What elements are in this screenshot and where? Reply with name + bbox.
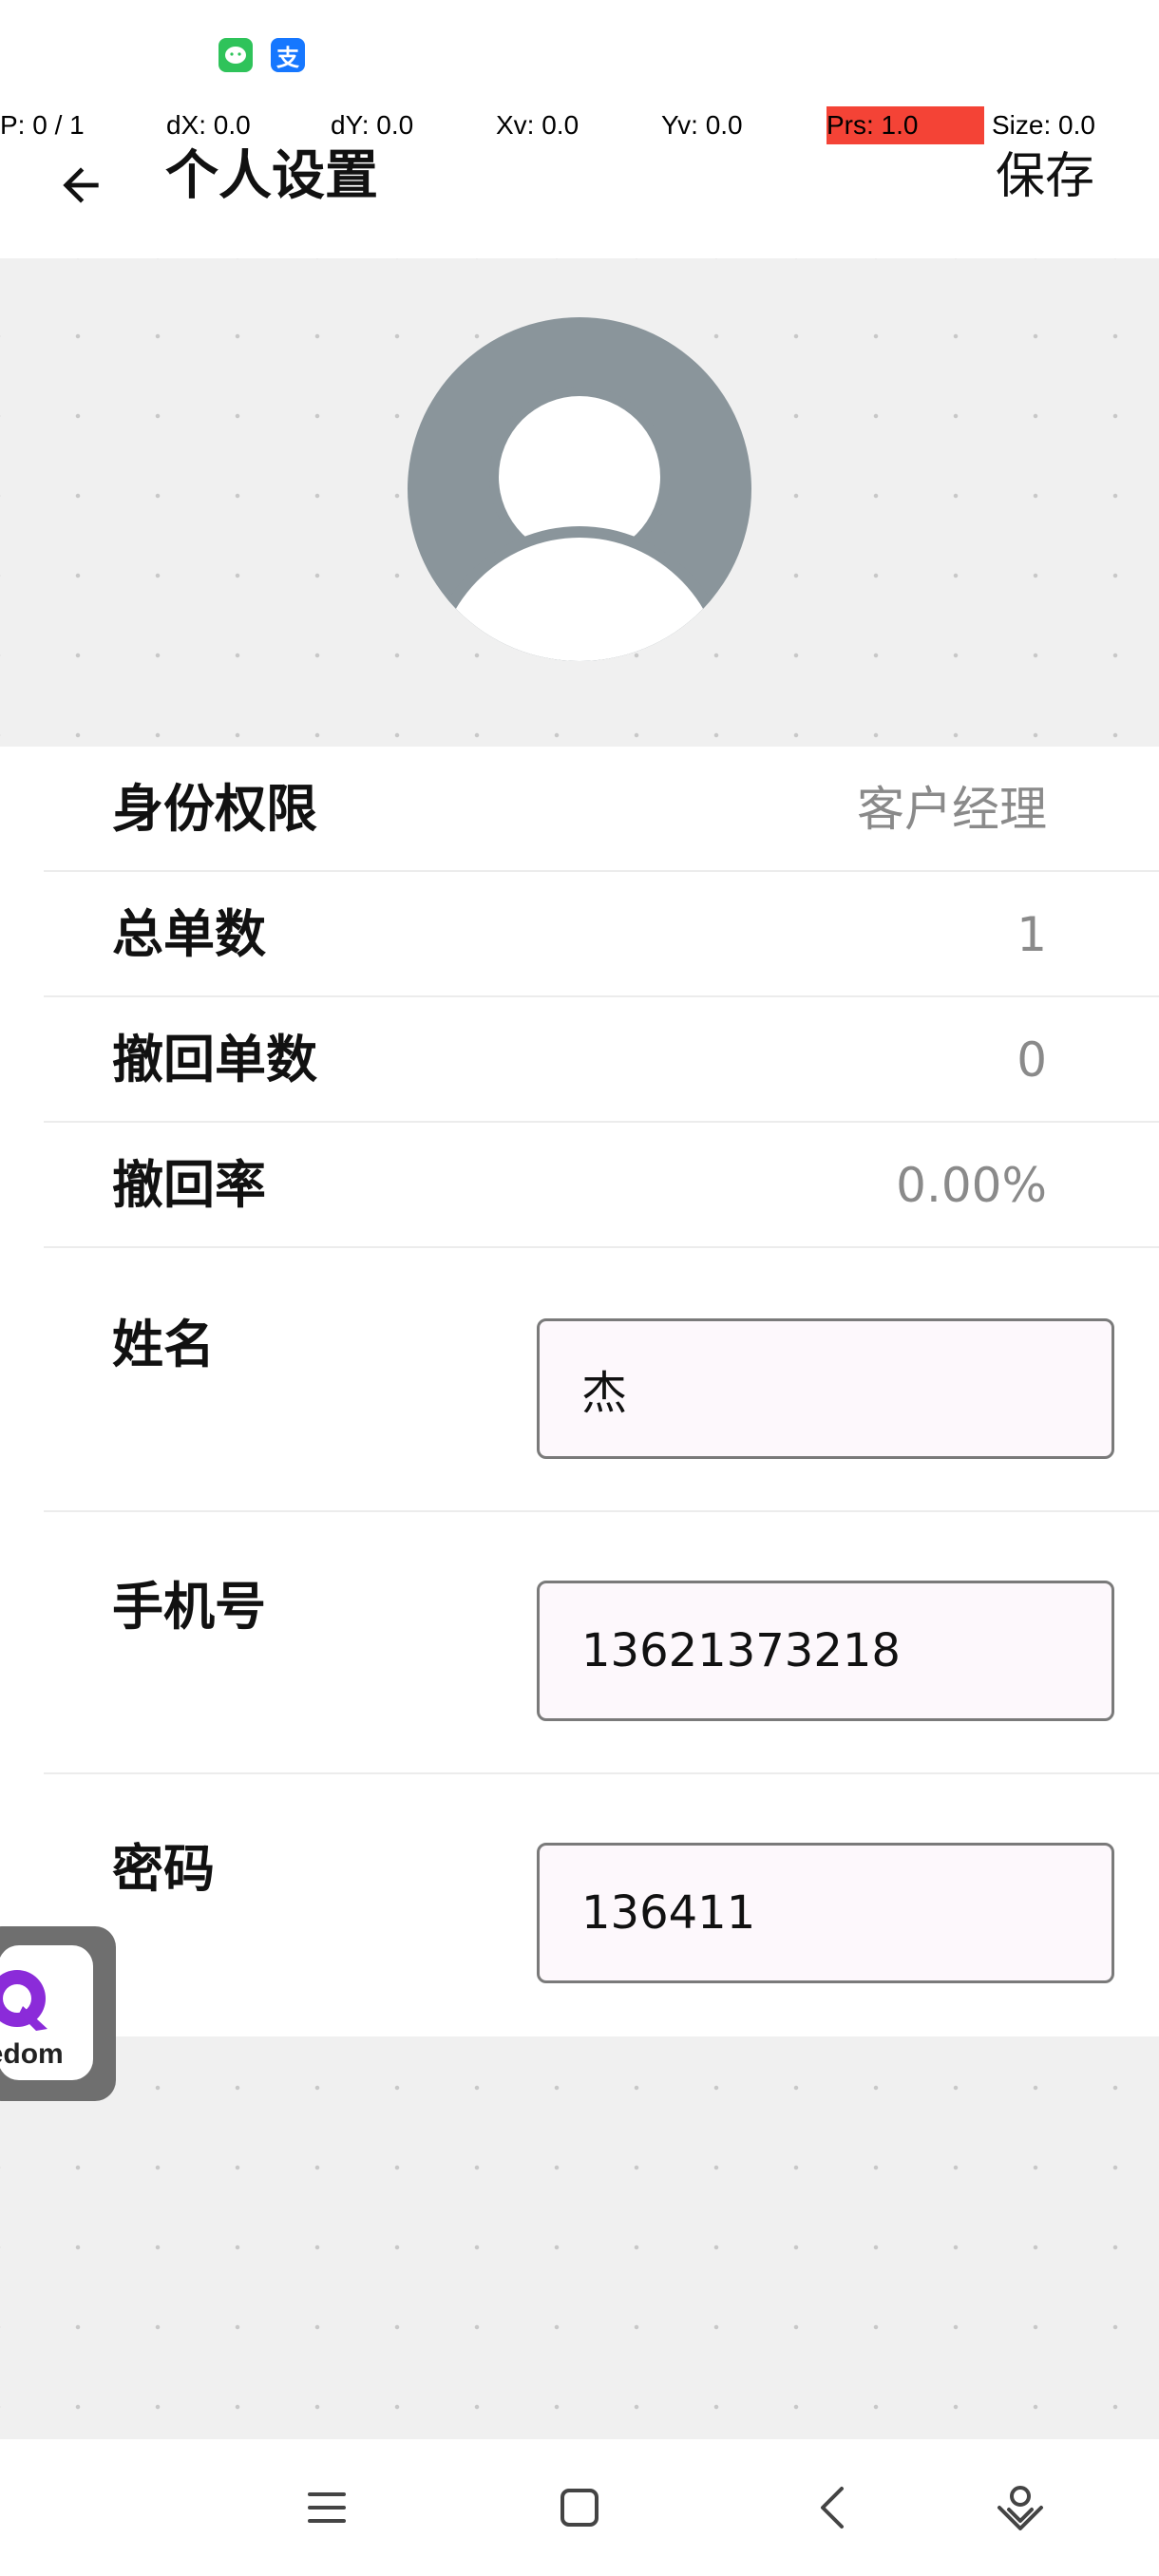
debug-yv: Yv: 0.0 — [661, 110, 743, 140]
row-total-orders: 总单数 1 — [0, 872, 1159, 997]
debug-xv: Xv: 0.0 — [496, 110, 580, 140]
floating-app-word: eedom — [0, 2038, 64, 2070]
password-input[interactable] — [537, 1843, 1114, 1983]
name-input[interactable] — [537, 1318, 1114, 1459]
freedom-logo-icon — [0, 1970, 48, 2031]
withdraw-rate-value: 0.00% — [896, 1158, 1047, 1213]
row-withdraw-rate: 撤回率 0.00% — [0, 1123, 1159, 1248]
debug-dx: dX: 0.0 — [166, 110, 251, 140]
phone-input[interactable] — [537, 1581, 1114, 1721]
debug-dy: dY: 0.0 — [331, 110, 414, 140]
row-role: 身份权限 客户经理 — [0, 747, 1159, 872]
role-value: 客户经理 — [857, 782, 1047, 837]
withdraw-rate-label: 撤回率 — [112, 1155, 266, 1215]
name-label: 姓名 — [112, 1315, 215, 1374]
back-button[interactable] — [48, 152, 114, 218]
divider — [44, 1246, 1159, 1248]
empty-background — [0, 2036, 1159, 2439]
password-label: 密码 — [112, 1839, 215, 1899]
debug-pointer-count: P: 0 / 1 — [0, 110, 85, 140]
floating-app-bubble[interactable]: eedom — [0, 1926, 116, 2101]
phone-label: 手机号 — [112, 1577, 266, 1637]
total-orders-value: 1 — [1016, 907, 1047, 962]
row-name: 姓名 — [0, 1250, 1159, 1512]
personal-settings-screen: 支 P: 0 / 1 dX: 0.0 dY: 0.0 Xv: 0.0 Yv: 0… — [0, 0, 1159, 2576]
total-orders-label: 总单数 — [112, 904, 266, 964]
chevron-left-icon — [821, 2487, 844, 2529]
app-header: 个人设置 保存 — [0, 142, 1159, 256]
withdrawn-orders-value: 0 — [1016, 1032, 1047, 1088]
avatar-section — [0, 258, 1159, 747]
system-nav-bar — [0, 2439, 1159, 2576]
withdrawn-orders-label: 撤回单数 — [112, 1030, 317, 1089]
pointer-location-overlay: P: 0 / 1 dX: 0.0 dY: 0.0 Xv: 0.0 Yv: 0.0… — [0, 106, 1159, 144]
home-button[interactable] — [551, 2479, 608, 2536]
back-nav-button[interactable] — [804, 2479, 861, 2536]
row-phone: 手机号 — [0, 1512, 1159, 1774]
menu-button[interactable] — [298, 2479, 355, 2536]
debug-size: Size: 0.0 — [992, 110, 1095, 140]
arrow-left-icon — [63, 167, 99, 203]
wechat-icon — [218, 38, 253, 72]
menu-icon — [308, 2492, 346, 2523]
row-password: 密码 — [0, 1774, 1159, 2036]
avatar[interactable] — [408, 317, 751, 661]
assistant-icon — [998, 2486, 1043, 2530]
page-title: 个人设置 — [165, 145, 378, 207]
save-button[interactable]: 保存 — [996, 142, 1094, 211]
role-label: 身份权限 — [112, 779, 317, 839]
alipay-icon: 支 — [271, 38, 305, 72]
debug-pressure: Prs: 1.0 — [826, 106, 985, 144]
status-bar: 支 — [0, 0, 1159, 114]
square-home-icon — [560, 2489, 598, 2527]
row-withdrawn-orders: 撤回单数 0 — [0, 997, 1159, 1123]
floating-app-icon: eedom — [0, 1945, 93, 2080]
assistant-button[interactable] — [992, 2479, 1049, 2536]
